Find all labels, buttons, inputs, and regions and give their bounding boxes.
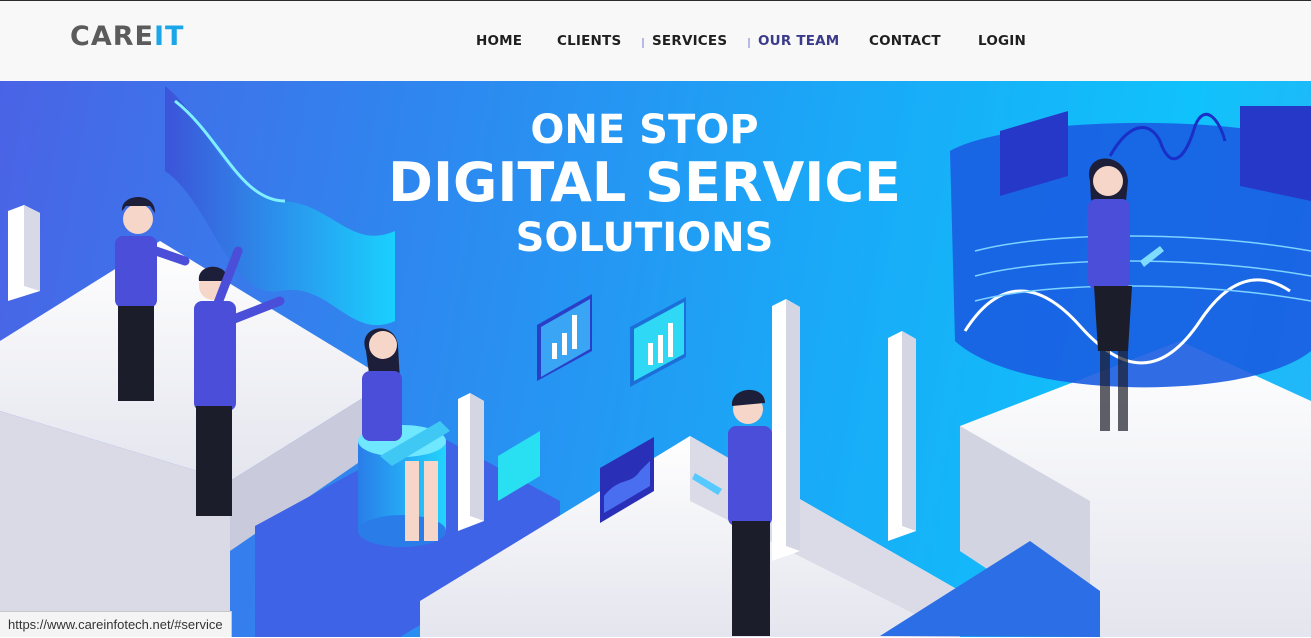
hero-title-line1: ONE STOP xyxy=(530,107,759,153)
browser-status-url: https://www.careinfotech.net/#service xyxy=(0,611,232,637)
nav-separator xyxy=(642,38,644,48)
hero-title-line2: DIGITAL SERVICE xyxy=(388,151,901,214)
site-header: CAREIT HOME CLIENTS SERVICES OUR TEAM CO… xyxy=(0,0,1311,81)
hero-banner: ONE STOP DIGITAL SERVICE SOLUTIONS xyxy=(0,81,1311,637)
nav-login[interactable]: LOGIN xyxy=(978,33,1026,49)
nav-our-team[interactable]: OUR TEAM xyxy=(758,33,839,49)
chart-card-icon xyxy=(537,294,592,381)
nav-home[interactable]: HOME xyxy=(476,33,522,49)
logo-it-text: IT xyxy=(153,21,185,52)
nav-services[interactable]: SERVICES xyxy=(652,33,727,49)
bar-chart-card-icon xyxy=(630,297,686,387)
nav-separator xyxy=(748,38,750,48)
logo-care-text: CARE xyxy=(70,21,154,52)
nav-clients[interactable]: CLIENTS xyxy=(557,33,621,49)
site-logo[interactable]: CAREIT xyxy=(70,21,184,53)
hero-title-line3: SOLUTIONS xyxy=(515,215,774,261)
nav-contact[interactable]: CONTACT xyxy=(869,33,941,49)
